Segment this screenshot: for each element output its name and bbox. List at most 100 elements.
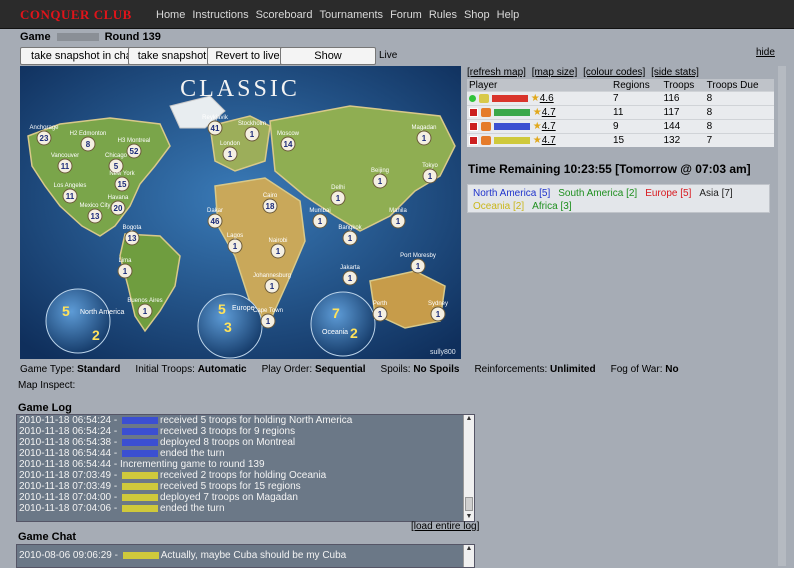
troops-due-cell: 7 [704, 133, 774, 147]
territory-name: Manila [389, 208, 407, 214]
map-credit: sully800 [430, 349, 456, 356]
player-rating[interactable]: 4.7 [542, 135, 556, 146]
player-name-redacted[interactable] [122, 471, 159, 479]
setting-game-type: Game Type: Standard [20, 364, 120, 375]
chat-scrollbar[interactable]: ▲ [463, 545, 474, 567]
log-timestamp: 2010-11-18 07:03:49 - [19, 470, 121, 481]
player-name-redacted[interactable] [122, 504, 159, 512]
eliminated-indicator-icon [469, 107, 478, 117]
player-rating[interactable]: 4.7 [542, 121, 556, 132]
site-logo[interactable]: CONQUER CLUB [20, 7, 132, 23]
nav-shop[interactable]: Shop [464, 9, 490, 21]
bonus-asia[interactable]: Asia [7] [699, 188, 732, 199]
territory-lagos[interactable]: 1 Lagos [227, 233, 243, 254]
army-count: 46 [211, 217, 220, 226]
log-timestamp: 2010-11-18 06:54:24 - [19, 415, 121, 426]
territory-perth[interactable]: 1 Perth [372, 301, 388, 322]
log-message: received 5 troops for 15 regions [160, 481, 301, 492]
setting-label: Play Order: [261, 364, 313, 375]
game-log-panel[interactable]: 2010-11-18 06:54:24 - received 5 troops … [16, 414, 475, 522]
log-timestamp: 2010-11-18 06:54:38 - [19, 437, 121, 448]
army-count: 1 [123, 267, 128, 276]
player-name-redacted[interactable] [122, 482, 159, 490]
player-name-redacted[interactable] [494, 108, 530, 116]
bonus-africa[interactable]: Africa [3] [532, 201, 571, 212]
log-scrollbar[interactable]: ▲ ▼ [463, 415, 474, 521]
map-size-link[interactable]: [map size] [532, 67, 578, 78]
player-cell: ★4.7 [467, 119, 611, 134]
game-map[interactable]: CLASSIC North America 5 2 Europe 5 3 Oce… [20, 66, 461, 359]
revert-to-live-button[interactable]: Revert to live [207, 47, 288, 65]
nav-instructions[interactable]: Instructions [192, 9, 248, 21]
player-name-redacted[interactable] [122, 449, 159, 457]
troops-due-cell: 8 [704, 119, 774, 134]
refresh-map-link[interactable]: [refresh map] [467, 67, 526, 78]
player-name-redacted[interactable] [122, 493, 159, 501]
army-count: 1 [396, 217, 401, 226]
setting-label: Reinforcements: [474, 364, 548, 375]
player-name-redacted[interactable] [122, 438, 159, 446]
territory-lima[interactable]: 1 Lima [117, 258, 133, 279]
nav-rules[interactable]: Rules [429, 9, 457, 21]
nav-forum[interactable]: Forum [390, 9, 422, 21]
scroll-down-icon[interactable]: ▼ [464, 513, 474, 521]
globe-na-n1: 5 [62, 303, 70, 319]
player-row[interactable]: ★4.7 9 144 8 [467, 119, 774, 134]
setting-initial-troops: Initial Troops: Automatic [135, 364, 246, 375]
players-header-row: Player Regions Troops Troops Due [467, 79, 774, 92]
globe-oc-n2: 2 [350, 325, 358, 341]
setting-spoils: Spoils: No Spoils [381, 364, 460, 375]
scroll-thumb[interactable] [465, 497, 473, 511]
player-name-redacted[interactable] [494, 122, 530, 130]
army-count: 15 [118, 180, 127, 189]
territory-cairo[interactable]: 18 Cairo [262, 193, 278, 214]
log-line: 2010-11-18 06:54:24 - received 5 troops … [17, 415, 474, 426]
player-name-redacted[interactable] [492, 94, 528, 102]
nav-help[interactable]: Help [497, 9, 520, 21]
log-message: received 3 troops for 9 regions [160, 426, 296, 437]
log-line: 2010-11-18 06:54:24 - received 3 troops … [17, 426, 474, 437]
territory-dakar[interactable]: 46 Dakar [207, 208, 223, 229]
scroll-up-icon[interactable]: ▲ [464, 415, 474, 423]
territory-beijing[interactable]: 1 Beijing [371, 168, 389, 189]
player-row[interactable]: ★4.6 7 116 8 [467, 91, 774, 106]
chat-line: 2010-08-06 09:06:29 - Actually, maybe Cu… [17, 550, 474, 561]
army-count: 1 [228, 150, 233, 159]
regions-cell: 11 [611, 105, 662, 120]
scroll-up-icon[interactable]: ▲ [464, 545, 474, 553]
player-rating[interactable]: 4.6 [540, 93, 554, 104]
territory-delhi[interactable]: 1 Delhi [330, 185, 346, 206]
nav-home[interactable]: Home [156, 9, 185, 21]
load-entire-log-link[interactable]: [load entire log] [411, 521, 479, 532]
hide-link[interactable]: hide [756, 47, 775, 58]
game-label: Game [20, 31, 51, 43]
player-name-redacted[interactable] [494, 136, 530, 144]
army-count: 5 [114, 162, 119, 171]
bonus-north-america[interactable]: North America [5] [473, 188, 550, 199]
colour-codes-link[interactable]: [colour codes] [583, 67, 645, 78]
nav-tournaments[interactable]: Tournaments [319, 9, 383, 21]
player-name-redacted[interactable] [122, 416, 159, 424]
snapshot-button[interactable]: take snapshot [128, 47, 216, 65]
player-rating[interactable]: 4.7 [542, 107, 556, 118]
bonus-europe[interactable]: Europe [5] [645, 188, 691, 199]
nav-scoreboard[interactable]: Scoreboard [256, 9, 313, 21]
player-name-redacted[interactable] [122, 551, 159, 559]
bonus-south-america[interactable]: South America [2] [558, 188, 637, 199]
army-count: 41 [211, 124, 220, 133]
army-count: 18 [266, 202, 275, 211]
player-row[interactable]: ★4.7 11 117 8 [467, 105, 774, 120]
player-row[interactable]: ★4.7 15 132 7 [467, 133, 774, 147]
log-timestamp: 2010-11-18 06:54:44 - [19, 448, 121, 459]
territory-name: Beijing [371, 168, 389, 174]
player-name-redacted[interactable] [122, 427, 159, 435]
game-chat-panel[interactable]: 2010-08-06 09:06:29 - Actually, maybe Cu… [16, 544, 475, 568]
territory-name: H2 Edmonton [70, 131, 107, 137]
territory-name: Magadan [411, 125, 436, 131]
show-differences-button[interactable]: Show differences [280, 47, 376, 78]
territory-name: Lagos [227, 233, 243, 239]
bonus-oceania[interactable]: Oceania [2] [473, 201, 524, 212]
territory-name: Buenos Aires [127, 298, 162, 304]
territory-tokyo[interactable]: 1 Tokyo [422, 163, 438, 184]
side-stats-link[interactable]: [side stats] [651, 67, 699, 78]
